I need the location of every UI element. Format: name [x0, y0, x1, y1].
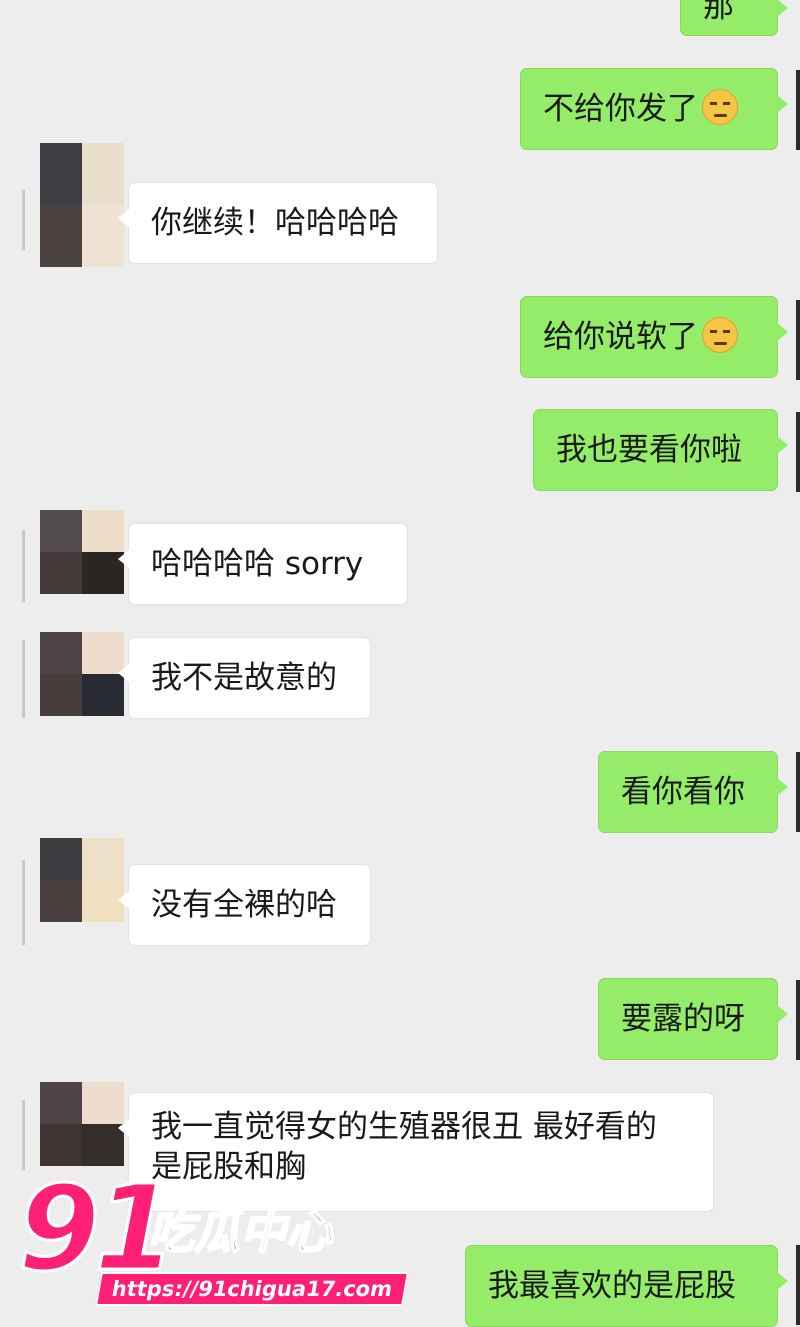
right-edge-avatar-strip — [796, 752, 800, 832]
avatar[interactable] — [40, 510, 124, 594]
message-outgoing[interactable]: 我最喜欢的是屁股 — [465, 1245, 788, 1327]
right-edge-avatar-strip — [796, 300, 800, 380]
message-outgoing[interactable]: 要露的呀 — [598, 978, 788, 1060]
watermark-title: 吃瓜中心 — [147, 1204, 333, 1260]
message-text: 没有全裸的哈 — [151, 887, 337, 923]
message-outgoing[interactable]: 我也要看你啦 — [533, 409, 788, 491]
right-edge-avatar-strip — [796, 980, 800, 1060]
message-incoming[interactable]: 没有全裸的哈 — [118, 864, 371, 946]
message-outgoing[interactable]: 那 — [680, 0, 788, 36]
right-edge-avatar-strip — [796, 70, 800, 150]
message-outgoing[interactable]: 看你看你 — [598, 751, 788, 833]
message-incoming[interactable]: 我不是故意的 — [118, 637, 371, 719]
watermark-url: https://91chigua17.com — [95, 1272, 410, 1306]
right-edge-avatar-strip — [796, 1245, 800, 1325]
message-text: 那 — [703, 0, 734, 25]
message-text: 你继续！哈哈哈哈 — [151, 205, 399, 241]
unamused-face-icon — [702, 89, 738, 125]
avatar-edge — [22, 860, 25, 945]
message-text: 不给你发了 — [543, 91, 698, 127]
avatar[interactable] — [40, 1082, 124, 1166]
watermark-logo: 91 吃瓜中心 https://91chigua17.com — [16, 1167, 410, 1308]
avatar[interactable] — [40, 632, 124, 716]
message-incoming[interactable]: 你继续！哈哈哈哈 — [118, 182, 438, 264]
right-edge-avatar-strip — [796, 412, 800, 492]
message-text: 要露的呀 — [621, 1001, 745, 1037]
message-outgoing[interactable]: 不给你发了 — [520, 68, 788, 150]
message-text: 我一直觉得女的生殖器很丑 最好看的是屁股和胸 — [151, 1109, 657, 1185]
message-text: 我也要看你啦 — [556, 432, 742, 468]
unamused-face-icon — [702, 317, 738, 353]
avatar-edge — [22, 640, 25, 718]
message-text: 我不是故意的 — [151, 660, 337, 696]
message-incoming[interactable]: 哈哈哈哈 sorry — [118, 523, 408, 605]
message-text: 我最喜欢的是屁股 — [488, 1268, 736, 1304]
chat-area: 那 不给你发了 你继续！哈哈哈哈 给你说软了 我也要看你啦 哈哈哈哈 sorry… — [0, 0, 800, 1327]
avatar[interactable] — [40, 143, 124, 267]
message-outgoing[interactable]: 给你说软了 — [520, 296, 788, 378]
message-text: 看你看你 — [621, 774, 745, 810]
message-text: 给你说软了 — [543, 319, 698, 355]
message-text: 哈哈哈哈 sorry — [151, 546, 364, 582]
avatar-edge — [22, 190, 25, 250]
avatar[interactable] — [40, 838, 124, 922]
avatar-edge — [22, 530, 25, 602]
